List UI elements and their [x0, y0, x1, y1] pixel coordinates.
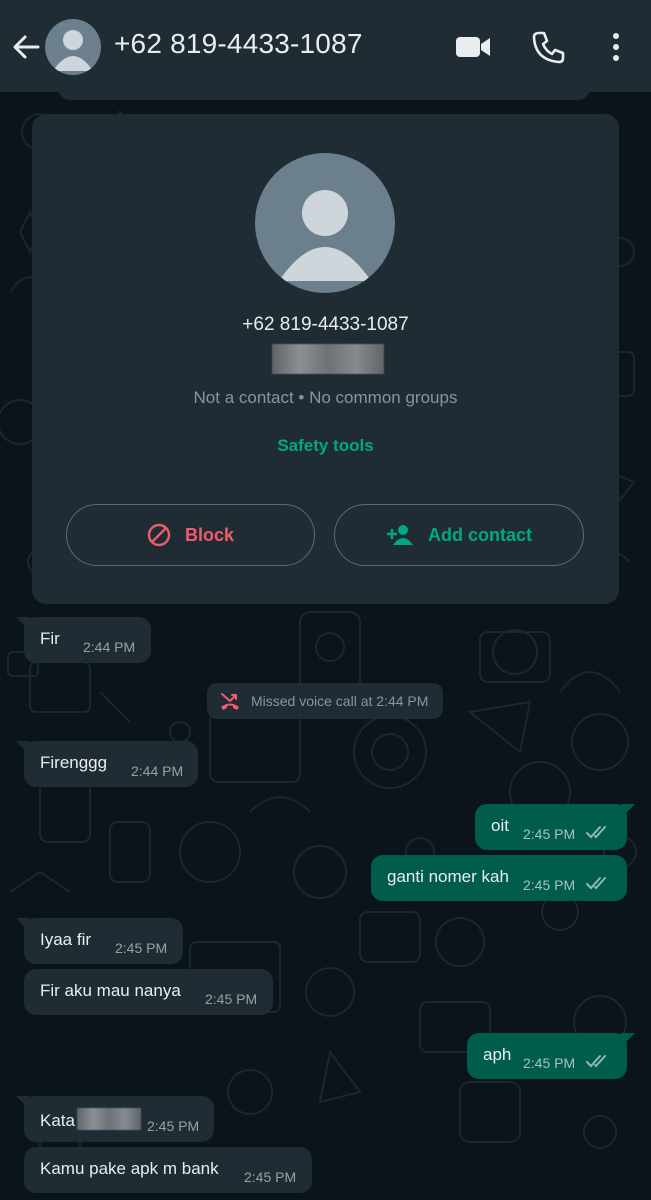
- safety-tools-link[interactable]: Safety tools: [32, 436, 619, 456]
- read-ticks-icon: [586, 826, 606, 839]
- message-bubble-incoming[interactable]: Kamu pake apk m bank 2:45 PM: [24, 1147, 312, 1193]
- message-time: 2:45 PM: [523, 826, 576, 842]
- message-text-wrap: Kata: [40, 1108, 141, 1131]
- message-time: 2:45 PM: [523, 1055, 576, 1071]
- message-text: Kata: [40, 1111, 75, 1130]
- message-text: Iyaa fir: [40, 930, 92, 949]
- avatar[interactable]: [45, 19, 101, 75]
- message-time: 2:45 PM: [115, 940, 168, 956]
- add-person-icon: [386, 525, 413, 545]
- message-text: Fir: [40, 629, 60, 648]
- message-text: Kamu pake apk m bank: [40, 1159, 219, 1178]
- read-ticks-icon: [586, 877, 606, 890]
- bubble-tail: [621, 1033, 635, 1047]
- read-ticks-icon: [586, 1055, 606, 1068]
- missed-call-icon: [221, 693, 239, 710]
- missed-call-notice[interactable]: Missed voice call at 2:44 PM: [207, 683, 443, 719]
- message-text: Fir aku mau nanya: [40, 981, 181, 1000]
- bubble-tail: [16, 741, 30, 755]
- default-person-icon: [279, 190, 371, 281]
- missed-call-text: Missed voice call at 2:44 PM: [251, 693, 429, 709]
- message-time: 2:45 PM: [147, 1118, 200, 1134]
- bubble-tail: [621, 804, 635, 818]
- message-time: 2:45 PM: [244, 1169, 297, 1185]
- contact-status: Not a contact • No common groups: [193, 388, 458, 407]
- message-bubble-incoming[interactable]: Kata 2:45 PM: [16, 1096, 214, 1142]
- message-bubble-incoming[interactable]: Fir 2:44 PM: [16, 617, 151, 663]
- contact-avatar[interactable]: [255, 153, 395, 293]
- message-time: 2:44 PM: [131, 763, 184, 779]
- redacted-name: [272, 344, 384, 374]
- bubble-tail: [16, 1096, 30, 1110]
- message-text: oit: [491, 816, 509, 835]
- message-bubble-outgoing[interactable]: aph 2:45 PM: [467, 1033, 635, 1079]
- voice-call-icon[interactable]: [532, 30, 566, 64]
- bubble-tail: [16, 918, 30, 932]
- message-text: Firenggg: [40, 753, 108, 772]
- message-text: aph: [483, 1045, 512, 1064]
- add-contact-button[interactable]: Add contact: [334, 504, 584, 566]
- contact-number: +62 819-4433-1087: [242, 314, 409, 335]
- chat-header: +62 819-4433-1087: [0, 0, 651, 92]
- message-bubble-incoming[interactable]: Iyaa fir 2:45 PM: [16, 918, 183, 964]
- back-arrow-icon[interactable]: [10, 31, 42, 63]
- default-person-icon: [53, 30, 93, 71]
- redacted-text: [76, 1108, 141, 1130]
- message-bubble-outgoing[interactable]: ganti nomer kah 2:45 PM: [371, 855, 627, 901]
- message-time: 2:45 PM: [205, 991, 258, 1007]
- video-call-icon[interactable]: [455, 32, 491, 62]
- message-bubble-outgoing[interactable]: oit 2:45 PM: [475, 804, 635, 850]
- chat-title[interactable]: +62 819-4433-1087: [114, 28, 363, 60]
- message-time: 2:44 PM: [83, 639, 136, 655]
- more-vert-icon[interactable]: [604, 30, 628, 64]
- message-text: ganti nomer kah: [387, 867, 509, 886]
- bubble-tail: [16, 617, 30, 631]
- add-contact-label: Add contact: [427, 524, 532, 545]
- block-label: Block: [184, 524, 235, 545]
- message-time: 2:45 PM: [523, 877, 576, 893]
- block-icon: [147, 523, 171, 547]
- card-stub: [58, 84, 590, 100]
- message-bubble-incoming[interactable]: Firenggg 2:44 PM: [16, 741, 198, 787]
- contact-info-card: +62 819-4433-1087 Not a contact • No com…: [32, 114, 619, 604]
- block-button[interactable]: Block: [66, 504, 315, 566]
- message-bubble-incoming[interactable]: Fir aku mau nanya 2:45 PM: [24, 969, 273, 1015]
